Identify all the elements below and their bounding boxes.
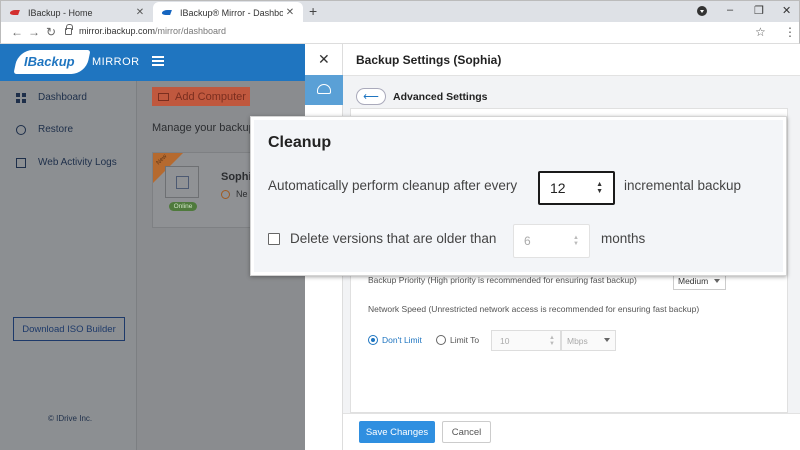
- close-tab-icon[interactable]: ✕: [283, 7, 297, 18]
- logo-suffix: MIRROR: [92, 56, 140, 68]
- url-field[interactable]: mirror.ibackup.com/mirror/dashboard: [79, 26, 226, 36]
- sidebar-item-web-activity-logs[interactable]: Web Activity Logs: [16, 157, 117, 168]
- stepper-arrows-icon[interactable]: ▲ ▼: [596, 181, 603, 195]
- reload-icon[interactable]: ↻: [46, 25, 56, 39]
- status-badge: Online: [169, 202, 197, 211]
- sidebar-item-label: Restore: [38, 124, 74, 135]
- close-icon[interactable]: ✕: [318, 51, 330, 68]
- restore-button[interactable]: ❐: [754, 4, 764, 17]
- ibackup-mirror-logo[interactable]: IBackup MIRROR: [13, 49, 139, 75]
- logs-icon: [16, 157, 26, 168]
- cloud-upload-icon: [317, 84, 331, 94]
- url-path: /mirror/dashboard: [155, 26, 227, 36]
- lock-icon: [65, 24, 73, 35]
- incremental-backup-label: incremental backup: [624, 178, 742, 193]
- sidebar-item-dashboard[interactable]: Dashboard: [16, 92, 87, 103]
- windows-icon: [176, 176, 189, 189]
- add-computer-label: Add Computer: [175, 90, 246, 103]
- advanced-settings-heading: Advanced Settings: [393, 91, 488, 103]
- bookmark-star-icon[interactable]: ☆: [755, 25, 766, 39]
- delete-versions-label[interactable]: Delete versions that are older than: [290, 231, 496, 246]
- ibackup-favicon-icon: [162, 7, 173, 18]
- dont-limit-radio[interactable]: [368, 335, 378, 345]
- address-bar: ← → ↻ mirror.ibackup.com/mirror/dashboar…: [0, 22, 800, 44]
- close-tab-icon[interactable]: ✕: [133, 7, 147, 18]
- forward-arrow-icon[interactable]: →: [28, 25, 40, 39]
- save-changes-button[interactable]: Save Changes: [359, 421, 435, 443]
- tab-title: IBackup® Mirror - Dashboard: [180, 7, 283, 18]
- computer-icon: [165, 166, 199, 198]
- copyright-text: © IDrive Inc.: [48, 414, 93, 423]
- delete-versions-checkbox[interactable]: [268, 233, 280, 245]
- network-speed-label: Network Speed (Unrestricted network acce…: [368, 304, 700, 314]
- browser-tab-home[interactable]: IBackup - Home ✕: [1, 2, 153, 23]
- sidebar-item-label: Web Activity Logs: [38, 157, 117, 168]
- dashboard-icon: [16, 92, 26, 103]
- hamburger-menu-icon[interactable]: [152, 56, 164, 66]
- sidebar-item-label: Dashboard: [38, 92, 87, 103]
- dont-limit-label[interactable]: Don't Limit: [382, 335, 422, 345]
- limit-to-label[interactable]: Limit To: [450, 335, 479, 345]
- ibackup-favicon-icon: [10, 7, 21, 18]
- add-computer-button[interactable]: Add Computer: [152, 87, 250, 106]
- months-label: months: [601, 231, 646, 246]
- limit-to-radio[interactable]: [436, 335, 446, 345]
- limit-unit-select[interactable]: Mbps: [561, 330, 616, 351]
- browser-tab-dashboard[interactable]: IBackup® Mirror - Dashboard ✕: [153, 2, 303, 23]
- computer-name: Sophi: [221, 171, 252, 183]
- browser-menu-icon[interactable]: ⋮: [784, 25, 796, 39]
- new-tab-button[interactable]: +: [309, 3, 317, 19]
- backup-settings-tab[interactable]: [305, 75, 343, 105]
- minimize-button[interactable]: –: [727, 4, 733, 16]
- months-value: 6: [524, 234, 531, 248]
- cleanup-title: Cleanup: [268, 134, 332, 151]
- computer-subtitle: Ne: [221, 189, 248, 199]
- sidebar: Dashboard Restore Web Activity Logs Down…: [0, 81, 137, 450]
- tab-title: IBackup - Home: [28, 7, 93, 18]
- drawer-title: Backup Settings (Sophia): [356, 53, 502, 67]
- stepper-arrows-icon[interactable]: ▲ ▼: [549, 335, 555, 347]
- close-window-button[interactable]: ✕: [782, 4, 791, 17]
- cancel-button[interactable]: Cancel: [442, 421, 491, 443]
- computer-subtitle-text: Ne: [236, 189, 248, 199]
- cloud-icon: [16, 124, 26, 135]
- auto-cleanup-label: Automatically perform cleanup after ever…: [268, 178, 518, 193]
- download-iso-builder-button[interactable]: Download ISO Builder: [13, 317, 125, 341]
- browser-tab-strip: IBackup - Home ✕ IBackup® Mirror - Dashb…: [0, 0, 800, 23]
- back-arrow-icon[interactable]: ←: [11, 25, 23, 39]
- limit-value: 10: [500, 335, 510, 346]
- app-header: IBackup MIRROR: [0, 44, 305, 81]
- url-host: mirror.ibackup.com: [79, 26, 156, 36]
- cleanup-frequency-input[interactable]: 12 ▲ ▼: [538, 171, 615, 205]
- logo-text: IBackup: [24, 54, 75, 69]
- backup-priority-label: Backup Priority (High priority is recomm…: [368, 275, 637, 285]
- limit-value-input[interactable]: 10 ▲ ▼: [491, 330, 561, 351]
- cleanup-frequency-value: 12: [550, 180, 566, 196]
- sidebar-item-restore[interactable]: Restore: [16, 124, 73, 135]
- monitor-icon: [158, 92, 169, 101]
- download-icon[interactable]: [697, 6, 707, 16]
- months-input[interactable]: 6 ▲ ▼: [513, 224, 590, 258]
- back-button[interactable]: ⟵: [356, 88, 386, 105]
- check-circle-icon: [221, 189, 230, 199]
- stepper-arrows-icon[interactable]: ▲ ▼: [573, 235, 579, 247]
